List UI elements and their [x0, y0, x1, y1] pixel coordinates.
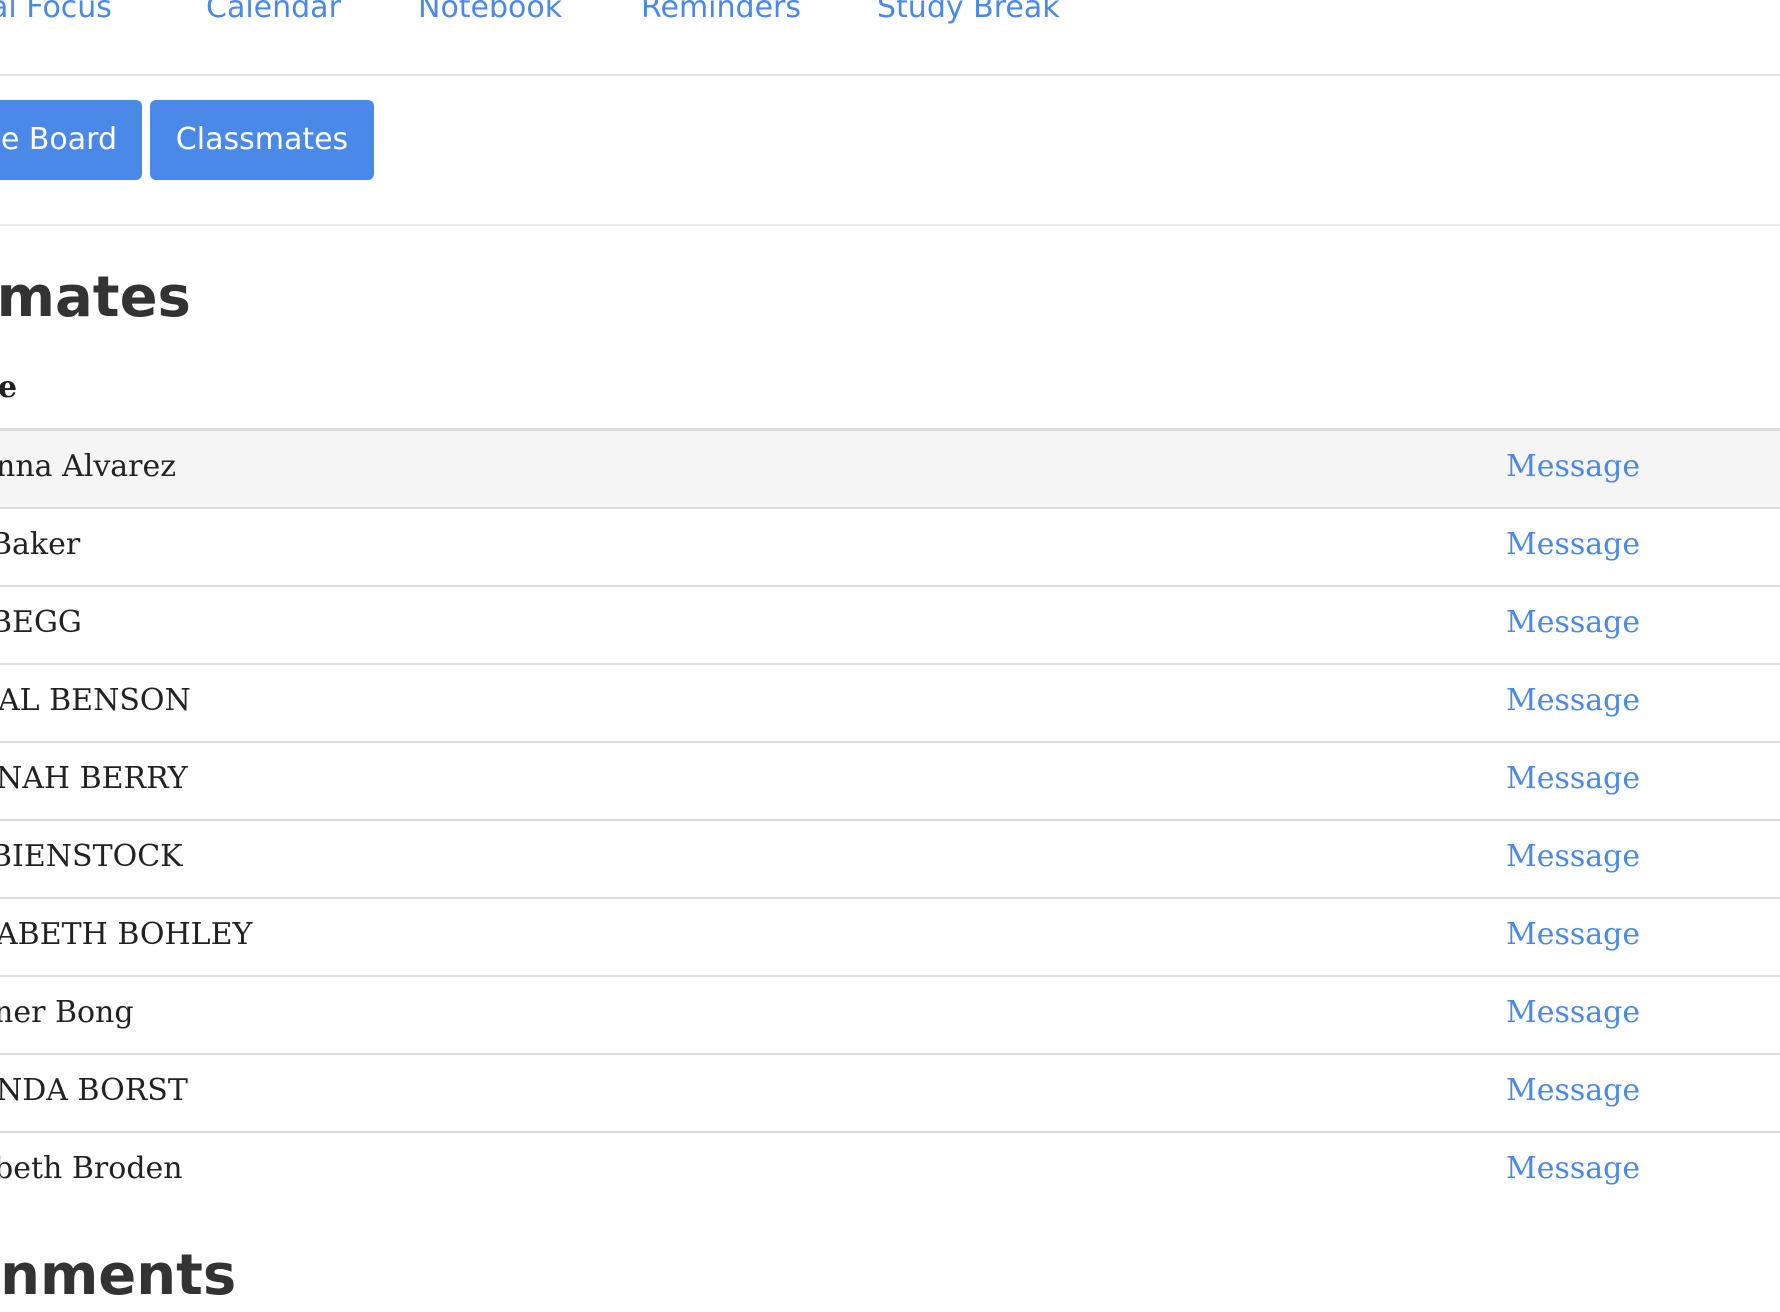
classmate-name: Baker	[0, 527, 81, 562]
classmate-name: BEGG	[0, 605, 82, 640]
assignments-heading: gnments	[0, 1240, 236, 1312]
classmate-name: nna Alvarez	[0, 449, 177, 484]
table-row: NAH BERRY Message	[0, 743, 1780, 821]
page-title: ssmates	[0, 262, 191, 334]
nav-link-focus[interactable]: al Focus	[0, 0, 112, 28]
table-row: ner Bong Message	[0, 977, 1780, 1055]
classmates-button[interactable]: Classmates	[150, 100, 374, 180]
message-link[interactable]: Message	[1506, 525, 1640, 565]
notice-board-button-label: e Board	[0, 122, 117, 157]
table-row: BIENSTOCK Message	[0, 821, 1780, 899]
table-row: beth Broden Message	[0, 1133, 1780, 1209]
classmates-table: nna Alvarez Message Baker Message BEGG M…	[0, 428, 1780, 1209]
top-navigation: al Focus Calendar Notebook Reminders Stu…	[0, 0, 1780, 76]
classmate-name: ABETH BOHLEY	[0, 917, 253, 952]
nav-link-study-break[interactable]: Study Break	[877, 0, 1060, 28]
message-link[interactable]: Message	[1506, 993, 1640, 1033]
message-link[interactable]: Message	[1506, 603, 1640, 643]
message-link[interactable]: Message	[1506, 447, 1640, 487]
message-link[interactable]: Message	[1506, 1071, 1640, 1111]
column-header-name: e	[0, 368, 17, 408]
message-link[interactable]: Message	[1506, 681, 1640, 721]
table-row: AL BENSON Message	[0, 665, 1780, 743]
classmate-name: NDA BORST	[0, 1073, 188, 1108]
message-link[interactable]: Message	[1506, 759, 1640, 799]
classmate-name: BIENSTOCK	[0, 839, 183, 874]
classmate-name: ner Bong	[0, 995, 134, 1030]
table-row: Baker Message	[0, 509, 1780, 587]
table-row: nna Alvarez Message	[0, 431, 1780, 509]
classmate-name: beth Broden	[0, 1151, 183, 1186]
page-title-text: ssmates	[0, 265, 191, 330]
nav-link-notebook[interactable]: Notebook	[418, 0, 562, 28]
message-link[interactable]: Message	[1506, 837, 1640, 877]
message-link[interactable]: Message	[1506, 1149, 1640, 1189]
classmate-name: AL BENSON	[0, 683, 191, 718]
column-header-text: e	[0, 370, 18, 405]
nav-link-calendar[interactable]: Calendar	[206, 0, 341, 28]
table-row: NDA BORST Message	[0, 1055, 1780, 1133]
table-row: BEGG Message	[0, 587, 1780, 665]
classmate-name: NAH BERRY	[0, 761, 188, 796]
message-link[interactable]: Message	[1506, 915, 1640, 955]
notice-board-button[interactable]: e Board	[0, 100, 142, 180]
nav-link-reminders[interactable]: Reminders	[641, 0, 801, 28]
sub-navigation: e Board Classmates	[0, 76, 1780, 226]
table-row: ABETH BOHLEY Message	[0, 899, 1780, 977]
